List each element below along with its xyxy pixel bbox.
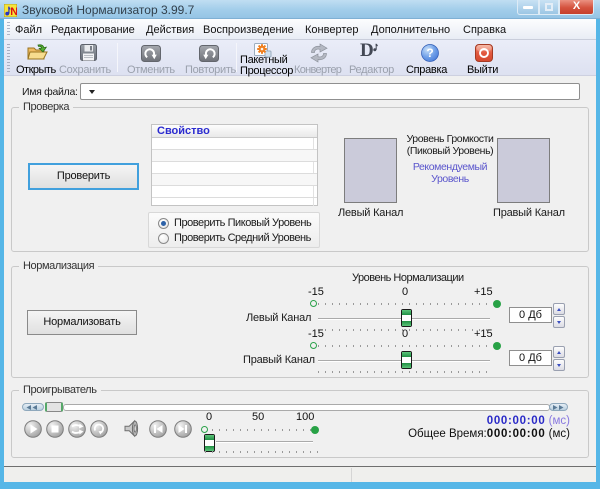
svg-text:N: N: [10, 6, 17, 17]
svg-text:?: ?: [426, 46, 433, 60]
